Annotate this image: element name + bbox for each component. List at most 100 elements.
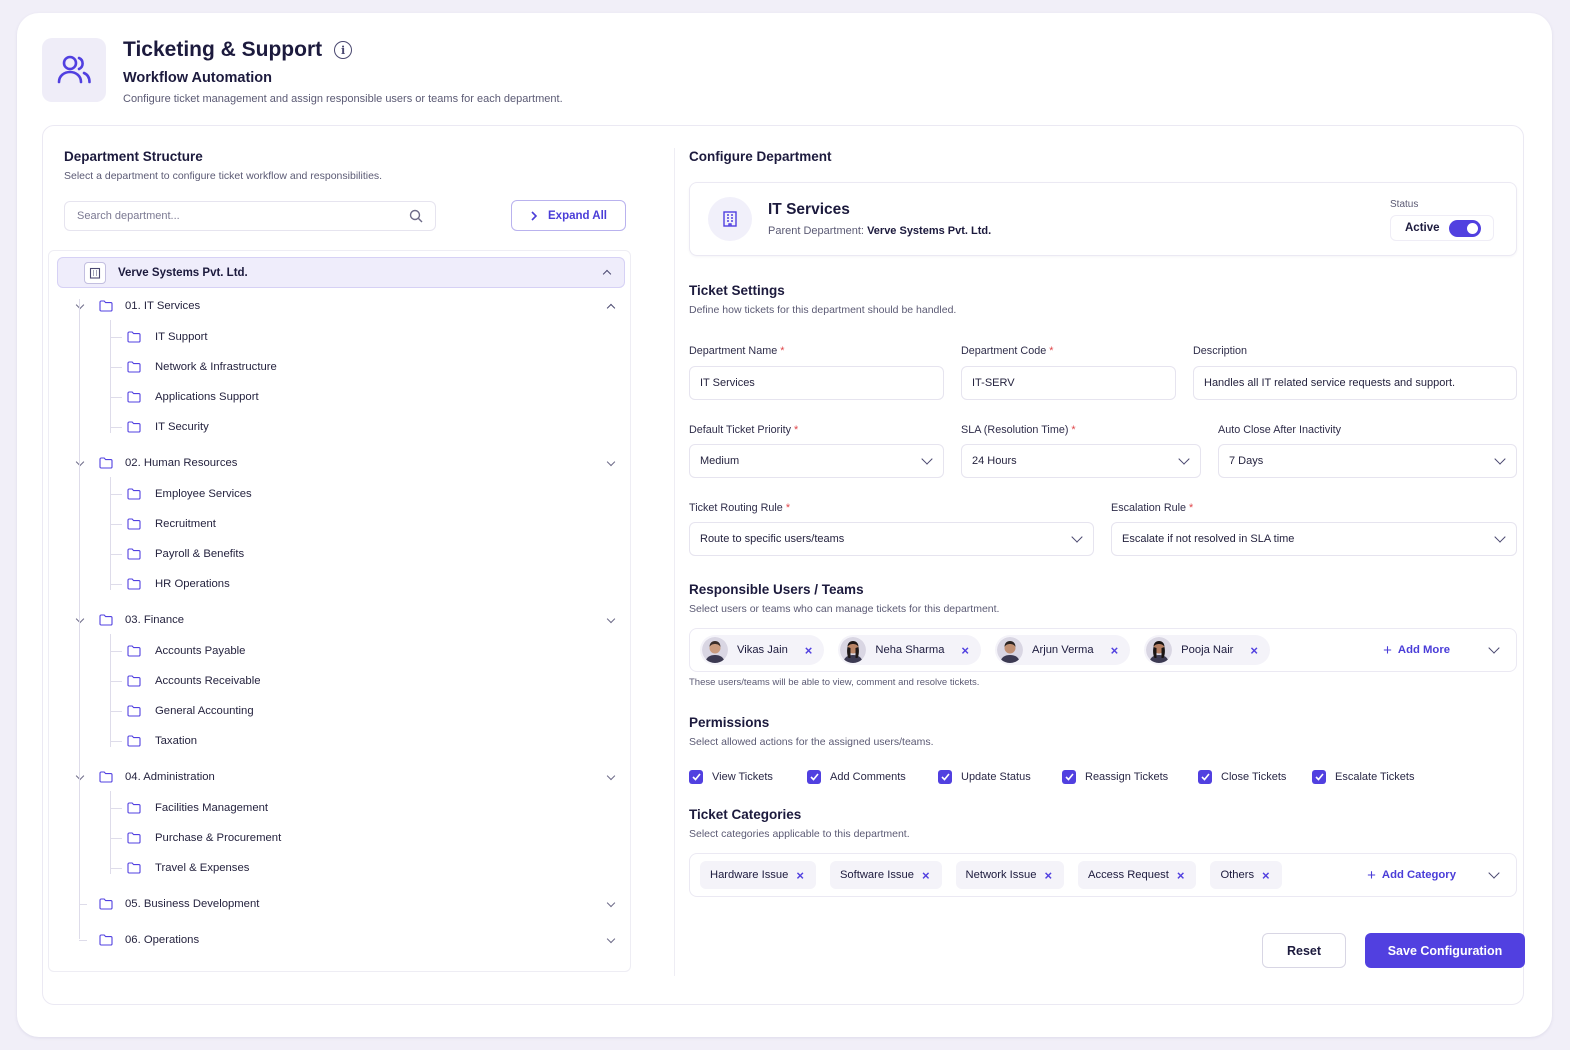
tree-subdepartment-row[interactable]: HR Operations: [127, 573, 230, 595]
checkbox-checked-icon[interactable]: [1062, 770, 1076, 784]
info-icon[interactable]: i: [334, 41, 353, 59]
folder-icon: [127, 832, 141, 844]
permission-label: Reassign Tickets: [1085, 771, 1169, 783]
chevron-down-icon[interactable]: [606, 457, 616, 466]
tree-connector: [110, 524, 122, 525]
category-chip-label: Network Issue: [965, 869, 1037, 881]
checkbox-checked-icon[interactable]: [1198, 770, 1212, 784]
tree-subdepartment-row[interactable]: Applications Support: [127, 386, 259, 408]
tree-subdepartment-label: Payroll & Benefits: [155, 548, 245, 560]
remove-category-icon[interactable]: ×: [796, 869, 804, 882]
expand-all-button[interactable]: Expand All: [511, 200, 626, 231]
tree-subdepartment-row[interactable]: Employee Services: [127, 483, 252, 505]
tree-subdepartment-row[interactable]: Travel & Expenses: [127, 857, 249, 879]
categories-select[interactable]: Hardware Issue × Software Issue × Network Is…: [689, 853, 1517, 897]
tree-subdepartment-row[interactable]: Accounts Payable: [127, 640, 245, 662]
chevron-down-icon[interactable]: [75, 614, 85, 623]
tree-root-row[interactable]: Verve Systems Pvt. Ltd.: [57, 257, 625, 288]
tree-subdepartment-row[interactable]: Payroll & Benefits: [127, 543, 244, 565]
tree-connector: [110, 651, 122, 652]
remove-user-icon[interactable]: ×: [1111, 644, 1119, 657]
chevron-down-icon[interactable]: [606, 934, 616, 943]
tree-connector: [110, 494, 122, 495]
remove-category-icon[interactable]: ×: [1044, 869, 1052, 882]
tree-subdepartment-row[interactable]: Facilities Management: [127, 797, 268, 819]
tree-subdepartment-row[interactable]: Network & Infrastructure: [127, 356, 277, 378]
remove-category-icon[interactable]: ×: [922, 869, 930, 882]
chevron-up-icon[interactable]: [602, 269, 612, 279]
parent-department-label: Parent Department:: [768, 225, 864, 237]
chevron-down-icon[interactable]: [1488, 642, 1500, 654]
tree-subdepartment-label: IT Security: [155, 421, 209, 433]
routing-select[interactable]: Route to specific users/teams: [689, 522, 1094, 556]
search-input[interactable]: [77, 210, 377, 222]
status-toggle[interactable]: [1449, 219, 1481, 237]
tree-department-row[interactable]: 01. IT Services: [75, 295, 616, 317]
add-category-button[interactable]: + Add Category: [1367, 867, 1456, 884]
permission-checkbox[interactable]: Add Comments: [807, 770, 906, 784]
department-name: IT Services: [768, 201, 850, 218]
auto-close-select[interactable]: 7 Days: [1218, 444, 1517, 478]
chevron-down-icon[interactable]: [606, 771, 616, 780]
remove-category-icon[interactable]: ×: [1177, 869, 1185, 882]
folder-icon: [127, 548, 141, 560]
permission-checkbox[interactable]: Escalate Tickets: [1312, 770, 1414, 784]
description-field[interactable]: Handles all IT related service requests …: [1193, 366, 1517, 400]
tree-subdepartment-row[interactable]: Purchase & Procurement: [127, 827, 281, 849]
tree-department-label: 03. Finance: [125, 614, 185, 626]
chevron-down-icon[interactable]: [75, 771, 85, 780]
remove-category-icon[interactable]: ×: [1262, 869, 1270, 882]
folder-icon: [99, 457, 113, 469]
checkbox-checked-icon[interactable]: [689, 770, 703, 784]
sla-value: 24 Hours: [972, 455, 1017, 467]
folder-icon: [127, 578, 141, 590]
sla-select[interactable]: 24 Hours: [961, 444, 1201, 478]
tree-subdepartment-row[interactable]: Recruitment: [127, 513, 216, 535]
tree-department-row[interactable]: 02. Human Resources: [75, 452, 616, 474]
save-configuration-button[interactable]: Save Configuration: [1365, 933, 1525, 968]
checkbox-checked-icon[interactable]: [807, 770, 821, 784]
chevron-down-icon[interactable]: [606, 898, 616, 907]
category-chip-label: Software Issue: [839, 869, 914, 881]
priority-select[interactable]: Medium: [689, 444, 944, 478]
avatar: [997, 637, 1024, 663]
tree-subdepartment-row[interactable]: IT Support: [127, 326, 208, 348]
chevron-down-icon[interactable]: [75, 457, 85, 466]
checkbox-checked-icon[interactable]: [1312, 770, 1326, 784]
remove-user-icon[interactable]: ×: [961, 644, 969, 657]
department-code-field[interactable]: IT-SERV: [961, 366, 1176, 400]
chevron-down-icon[interactable]: [606, 614, 616, 623]
routing-value: Route to specific users/teams: [700, 533, 845, 545]
chevron-down-icon[interactable]: [1488, 867, 1500, 879]
responsible-users-select[interactable]: Vikas Jain × Neha Sharma × Arjun Verma × Pooja…: [689, 628, 1517, 672]
add-more-button[interactable]: + Add More: [1383, 642, 1450, 659]
department-code-label-text: Department Code: [961, 345, 1047, 357]
tree-subdepartment-row[interactable]: General Accounting: [127, 700, 254, 722]
permission-checkbox[interactable]: Reassign Tickets: [1062, 770, 1168, 784]
tree-department-row[interactable]: 04. Administration: [75, 766, 616, 788]
department-name-field[interactable]: IT Services: [689, 366, 944, 400]
tree-subdepartment-row[interactable]: IT Security: [127, 416, 209, 438]
escalation-select[interactable]: Escalate if not resolved in SLA time: [1111, 522, 1517, 556]
tree-subdepartment-row[interactable]: Accounts Receivable: [127, 670, 261, 692]
checkbox-checked-icon[interactable]: [938, 770, 952, 784]
folder-icon: [99, 934, 113, 946]
remove-user-icon[interactable]: ×: [1250, 644, 1258, 657]
expand-all-label: Expand All: [548, 209, 607, 222]
tree-subdepartment-row[interactable]: Taxation: [127, 730, 197, 752]
user-chip: Pooja Nair ×: [1144, 635, 1270, 665]
tree-department-row[interactable]: 06. Operations: [77, 929, 616, 951]
chevron-down-icon[interactable]: [75, 300, 85, 309]
permission-checkbox[interactable]: Close Tickets: [1198, 770, 1286, 784]
search-department[interactable]: [64, 201, 436, 231]
permission-checkbox[interactable]: Update Status: [938, 770, 1031, 784]
remove-user-icon[interactable]: ×: [805, 644, 813, 657]
parent-department: Parent Department: Verve Systems Pvt. Lt…: [768, 225, 991, 237]
status-label: Status: [1390, 199, 1419, 210]
users-group-icon: [42, 38, 106, 102]
chevron-up-icon[interactable]: [606, 303, 616, 312]
tree-department-row[interactable]: 03. Finance: [75, 609, 616, 631]
tree-department-row[interactable]: 05. Business Development: [77, 893, 616, 915]
reset-button[interactable]: Reset: [1262, 933, 1346, 968]
permission-checkbox[interactable]: View Tickets: [689, 770, 773, 784]
